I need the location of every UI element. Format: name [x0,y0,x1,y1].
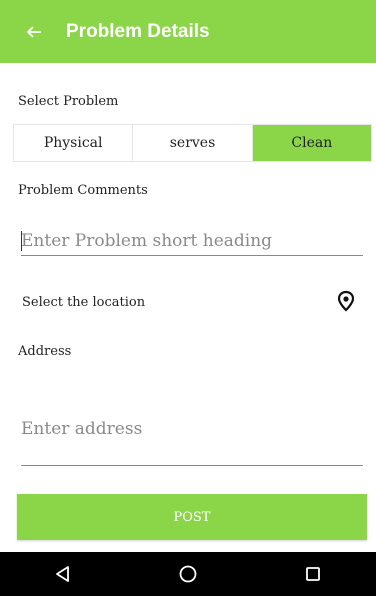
post-button[interactable]: POST [17,494,367,540]
select-location-label: Select the location [22,295,146,310]
back-button[interactable] [24,22,44,42]
select-problem-label: Select Problem [18,94,119,109]
nav-recents-button[interactable] [293,554,333,594]
problem-type-selector: Physical serves Clean [13,124,372,162]
option-physical[interactable]: Physical [14,125,133,161]
option-clean-label: Clean [291,135,333,151]
system-nav-bar [0,552,376,596]
option-clean[interactable]: Clean [251,125,371,161]
nav-home-button[interactable] [168,554,208,594]
location-pin-icon [337,290,355,312]
option-serves-label: serves [169,135,216,151]
address-input[interactable] [21,408,363,466]
text-cursor [21,231,22,251]
app-bar: Problem Details [0,0,376,63]
problem-heading-input[interactable] [21,226,363,256]
problem-comments-label: Problem Comments [18,183,148,198]
select-location-button[interactable] [334,289,358,313]
option-physical-label: Physical [43,135,103,151]
nav-back-icon [55,566,69,582]
nav-home-icon [179,565,197,583]
address-label: Address [18,344,72,359]
option-serves[interactable]: serves [132,125,252,161]
nav-back-button[interactable] [43,554,83,594]
page-title: Problem Details [66,20,210,42]
nav-recents-icon [306,567,321,581]
arrow-left-icon [26,25,41,38]
